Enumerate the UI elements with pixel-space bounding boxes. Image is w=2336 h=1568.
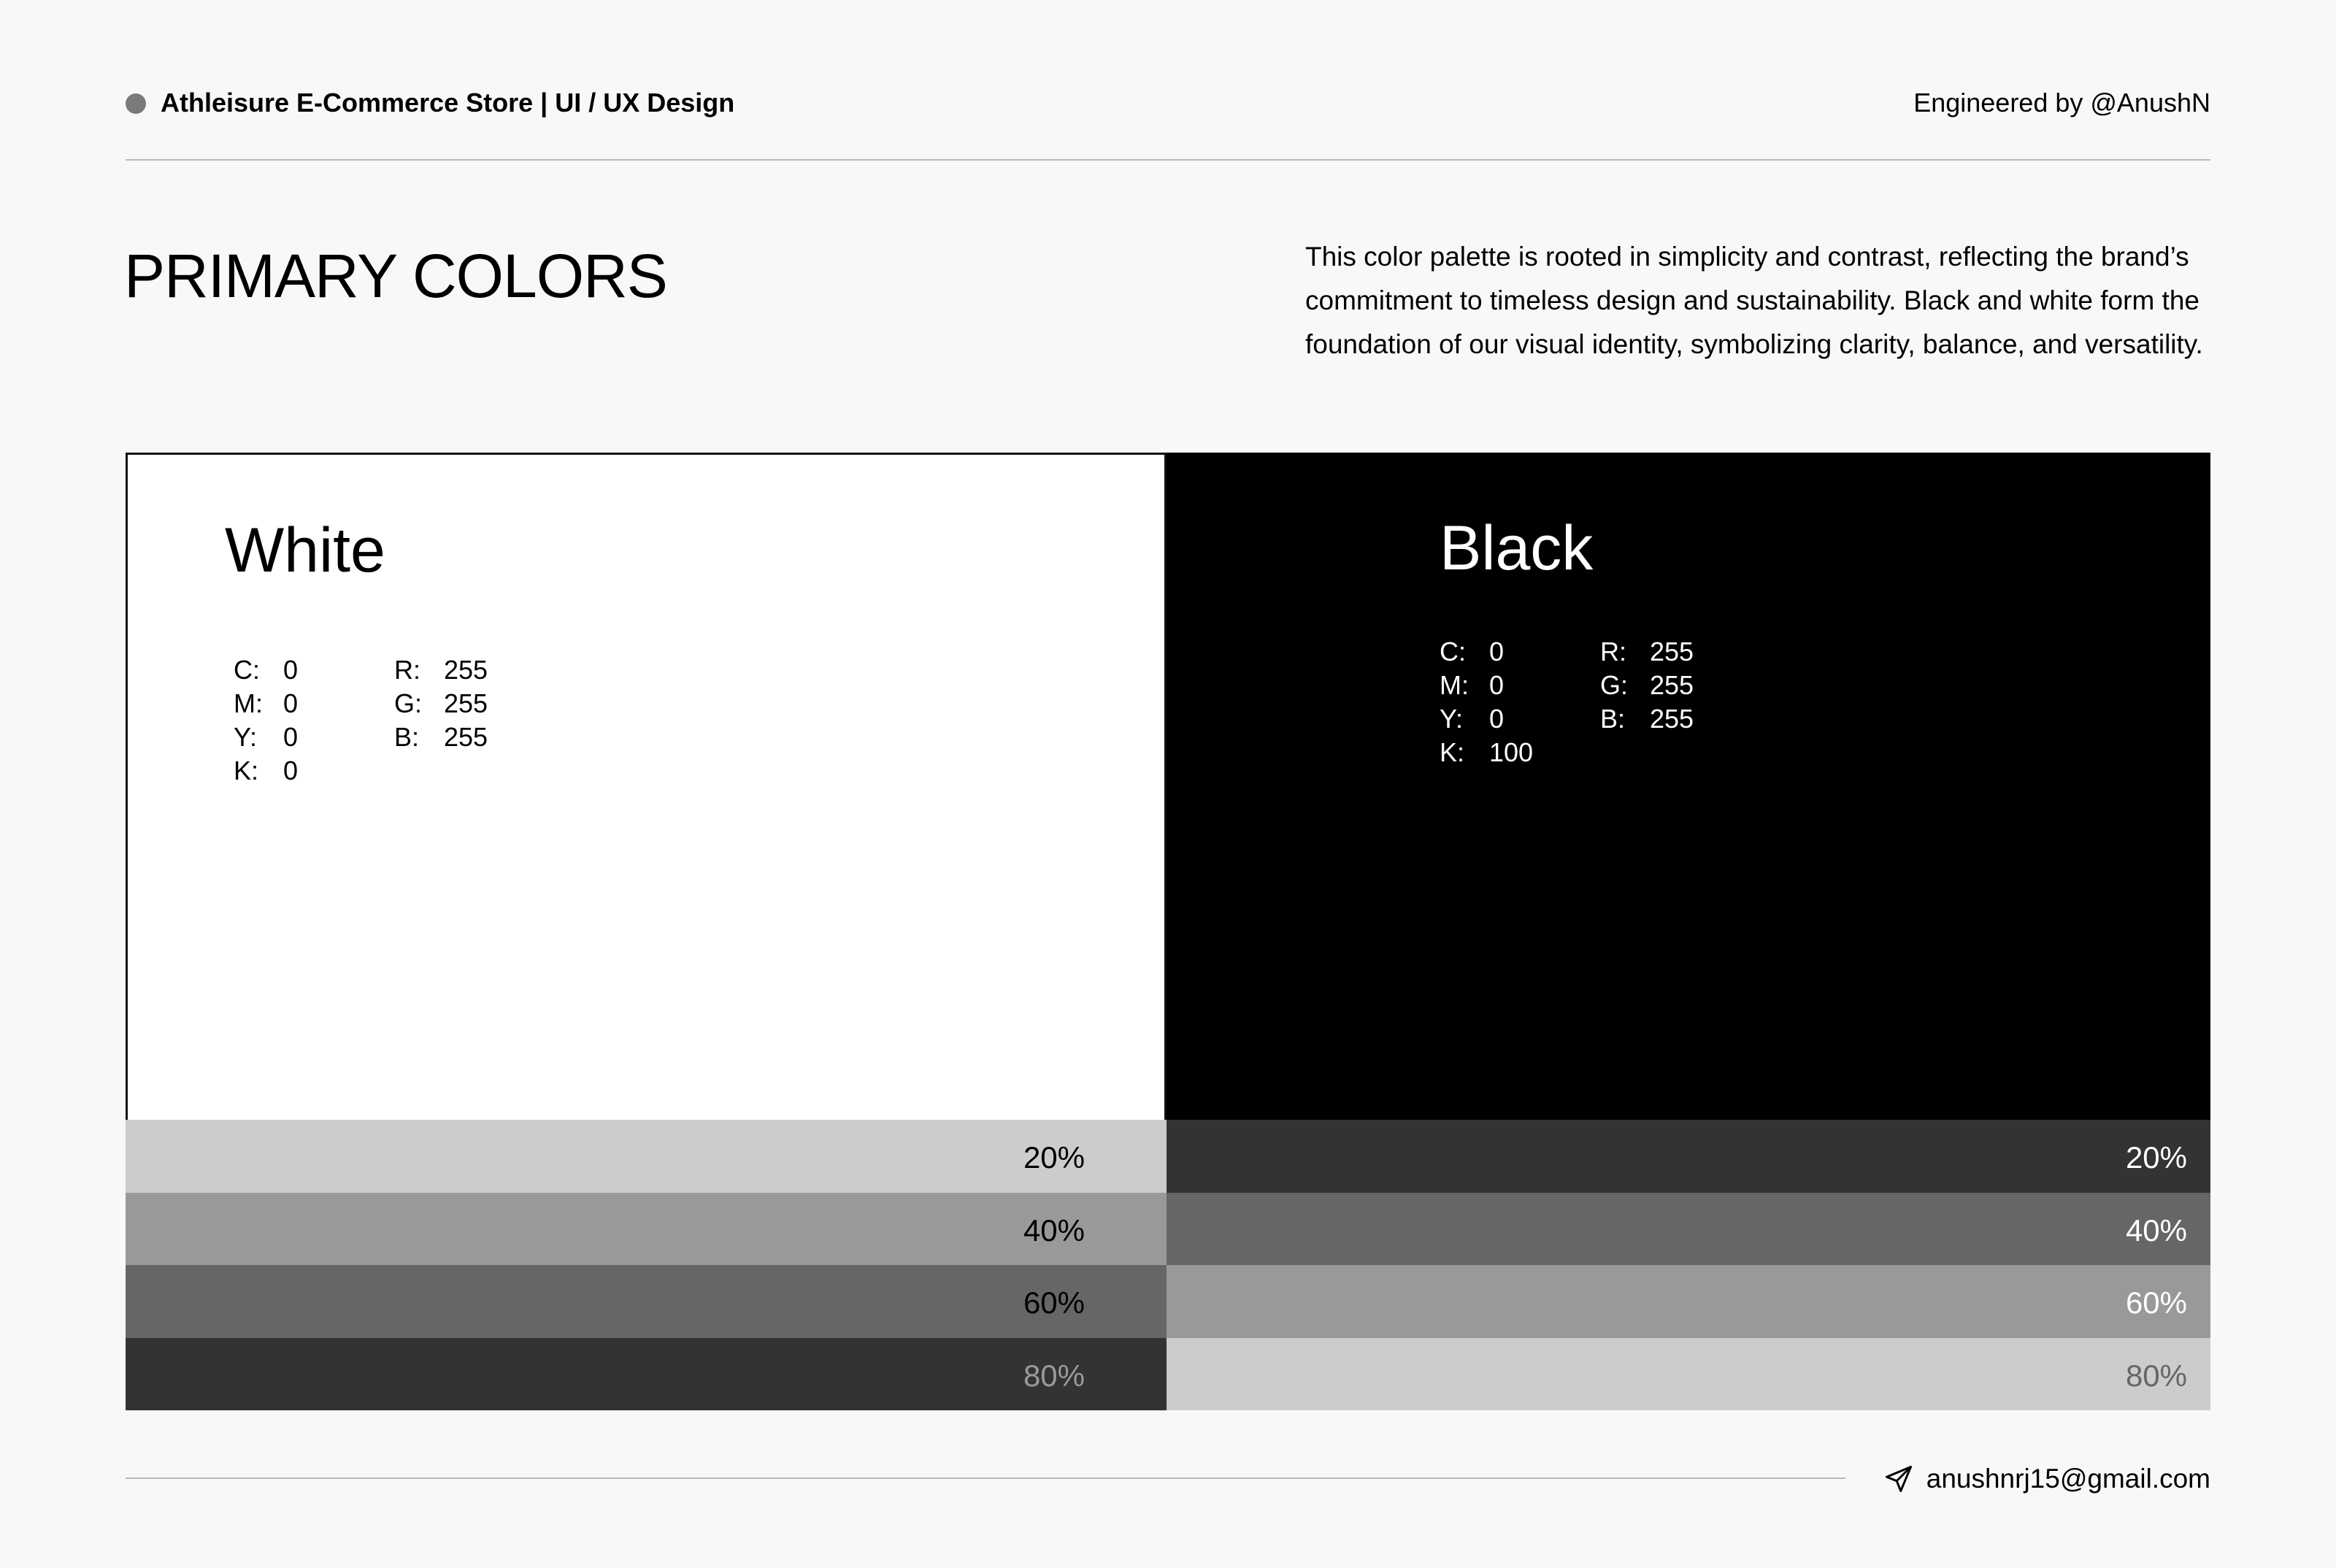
spec-key: C: (1440, 637, 1466, 666)
spec-row-k: K: 0 (234, 754, 380, 788)
spec-value: 0 (1489, 637, 1505, 666)
spec-key: K: (1440, 737, 1465, 767)
color-palette: White C: 0 M: 0 Y: 0 K: 0 R: 255 G: 255 B: 255 … (126, 453, 2210, 1410)
tint-row: 60% (1167, 1265, 2210, 1338)
spec-value: 100 (1489, 737, 1534, 767)
spec-value: 255 (1650, 670, 1694, 700)
tint-row: 40% (1167, 1192, 2210, 1265)
spec-row-b: B: 255 (394, 720, 540, 754)
tint-label: 60% (1023, 1285, 1085, 1320)
spec-row-k: K: 100 (1440, 736, 1586, 769)
spec-row-y: Y: 0 (234, 720, 380, 754)
tint-row: 20% (1167, 1120, 2210, 1193)
contact-email-link[interactable]: anushnrj15@gmail.com (1883, 1460, 2210, 1498)
spec-row-g: G: 255 (1600, 669, 1746, 702)
spec-row-b: B: 255 (1600, 702, 1746, 736)
swatch-name: White (225, 515, 385, 585)
rgb-values: R: 255 G: 255 B: 255 (1600, 635, 1746, 736)
project-title: Athleisure E-Commerce Store | UI / UX De… (161, 88, 735, 118)
spec-key: M: (1440, 670, 1469, 700)
tint-row: 80% (126, 1337, 1167, 1410)
tint-row: 60% (126, 1265, 1167, 1338)
spec-key: R: (394, 655, 420, 685)
spec-row-c: C: 0 (234, 653, 380, 687)
tint-label: 80% (2125, 1358, 2187, 1393)
spec-value: 0 (283, 688, 299, 718)
tint-label: 40% (1023, 1212, 1085, 1248)
spec-key: K: (234, 756, 259, 785)
spec-value: 255 (444, 655, 488, 685)
tint-scale: 20% 40% 60% 80% (1167, 1120, 2210, 1410)
cmyk-values: C: 0 M: 0 Y: 0 K: 100 (1440, 635, 1586, 769)
tint-row: 80% (1167, 1337, 2210, 1410)
spec-value: 255 (444, 722, 488, 752)
tint-label: 20% (1023, 1140, 1085, 1175)
spec-key: G: (394, 688, 423, 718)
author-credit: Engineered by @AnushN (1913, 88, 2210, 118)
spec-row-r: R: 255 (1600, 635, 1746, 669)
spec-value: 255 (1650, 637, 1694, 666)
spec-key: Y: (234, 722, 258, 752)
spec-value: 0 (283, 655, 299, 685)
top-divider (126, 159, 2210, 161)
tint-label: 60% (2125, 1285, 2187, 1320)
rgb-values: R: 255 G: 255 B: 255 (394, 653, 540, 754)
spec-value: 255 (1650, 704, 1694, 734)
spec-value: 0 (283, 756, 299, 785)
spec-key: M: (234, 688, 263, 718)
tint-label: 40% (2125, 1212, 2187, 1248)
cmyk-values: C: 0 M: 0 Y: 0 K: 0 (234, 653, 380, 788)
swatch-black: Black C: 0 M: 0 Y: 0 K: 100 R: 255 G: 255 B: 25… (1167, 453, 2210, 1410)
swatch-name: Black (1440, 513, 1594, 583)
spec-value: 0 (1489, 704, 1505, 734)
page-title: PRIMARY COLORS (124, 242, 668, 310)
spec-row-g: G: 255 (394, 687, 540, 720)
header-dot-icon (126, 93, 146, 114)
spec-row-c: C: 0 (1440, 635, 1586, 669)
tint-row: 40% (126, 1192, 1167, 1265)
spec-key: B: (394, 722, 420, 752)
spec-key: R: (1600, 637, 1626, 666)
contact-email: anushnrj15@gmail.com (1926, 1464, 2210, 1494)
bottom-divider (126, 1477, 1845, 1479)
spec-row-m: M: 0 (234, 687, 380, 720)
header: Athleisure E-Commerce Store | UI / UX De… (126, 85, 2210, 126)
tint-scale: 20% 40% 60% 80% (126, 1120, 1167, 1410)
spec-key: B: (1600, 704, 1626, 734)
spec-row-r: R: 255 (394, 653, 540, 687)
spec-row-m: M: 0 (1440, 669, 1586, 702)
spec-row-y: Y: 0 (1440, 702, 1586, 736)
spec-value: 0 (283, 722, 299, 752)
tint-label: 20% (2125, 1140, 2187, 1175)
spec-key: Y: (1440, 704, 1464, 734)
spec-value: 0 (1489, 670, 1505, 700)
spec-key: C: (234, 655, 260, 685)
tint-row: 20% (126, 1120, 1167, 1193)
spec-value: 255 (444, 688, 488, 718)
palette-description: This color palette is rooted in simplici… (1305, 242, 2203, 359)
spec-key: G: (1600, 670, 1629, 700)
swatch-white: White C: 0 M: 0 Y: 0 K: 0 R: 255 G: 255 B: 255 … (126, 453, 1167, 1410)
tint-label: 80% (1023, 1358, 1085, 1393)
send-icon (1885, 1466, 1912, 1492)
